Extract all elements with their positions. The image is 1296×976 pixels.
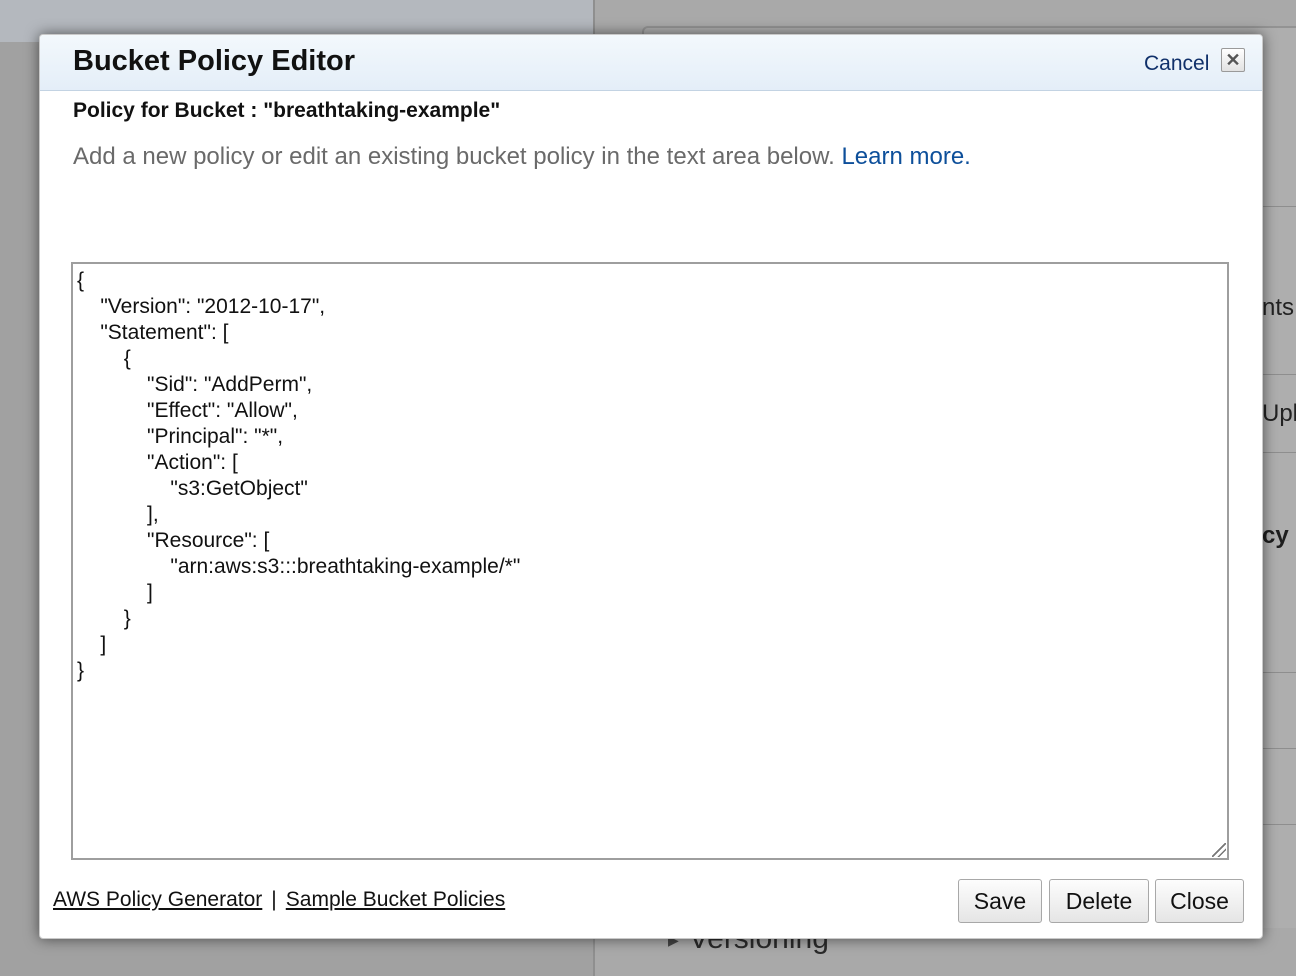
footer-links: AWS Policy Generator | Sample Bucket Polic…: [53, 888, 505, 912]
background-section-label: nts: [1262, 294, 1295, 321]
resize-handle-icon[interactable]: [1212, 843, 1226, 857]
background-section-label: cy: [1262, 522, 1289, 549]
description-text: Add a new policy or edit an existing buc…: [73, 143, 835, 170]
close-icon[interactable]: ✕: [1221, 48, 1245, 72]
background-divider: [1262, 206, 1296, 207]
cancel-link[interactable]: Cancel: [1144, 52, 1209, 76]
footer-separator: |: [271, 888, 277, 911]
background-section-label: Upl: [1262, 400, 1296, 427]
sample-bucket-policies-link[interactable]: Sample Bucket Policies: [286, 888, 505, 911]
delete-button[interactable]: Delete: [1049, 879, 1149, 923]
policy-description: Add a new policy or edit an existing buc…: [73, 143, 971, 171]
dialog-title: Bucket Policy Editor: [73, 45, 356, 77]
dialog-header: Bucket Policy Editor Cancel ✕: [40, 35, 1262, 91]
background-divider: [1262, 672, 1296, 673]
policy-bucket-heading: Policy for Bucket : "breathtaking-exampl…: [73, 99, 501, 122]
background-divider: [1262, 452, 1296, 453]
save-button[interactable]: Save: [958, 879, 1042, 923]
aws-policy-generator-link[interactable]: AWS Policy Generator: [53, 888, 262, 911]
background-divider: [1262, 748, 1296, 749]
background-divider: [1262, 374, 1296, 375]
background-divider: [1262, 824, 1296, 825]
learn-more-link[interactable]: Learn more.: [841, 143, 970, 170]
policy-text-area[interactable]: { "Version": "2012-10-17", "Statement": …: [71, 262, 1229, 860]
bucket-policy-editor-dialog: Bucket Policy Editor Cancel ✕ Policy for…: [39, 34, 1263, 939]
close-button[interactable]: Close: [1155, 879, 1244, 923]
